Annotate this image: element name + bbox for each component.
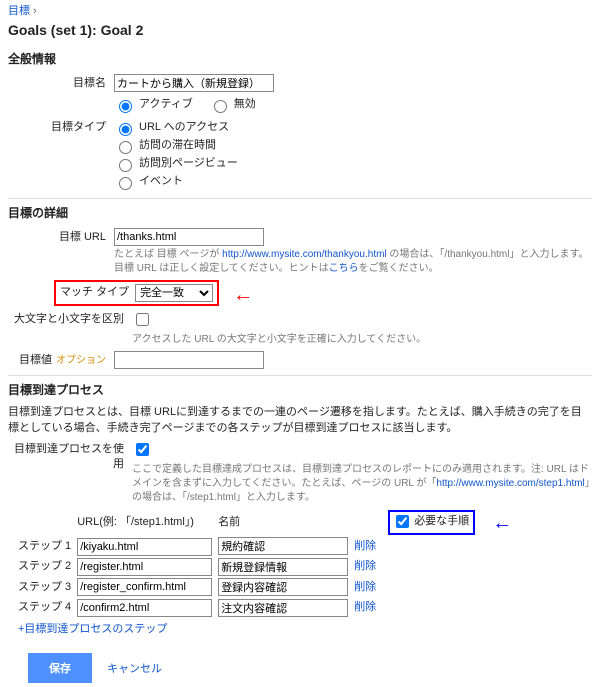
required-checkbox[interactable] — [396, 515, 409, 528]
radio-pv-label: 訪問別ページビュー — [139, 156, 238, 171]
kochira-link[interactable]: こちら — [329, 263, 359, 274]
label-required: 必要な手順 — [412, 514, 469, 529]
radio-url-label: URL へのアクセス — [139, 120, 229, 135]
radio-event-label: イベント — [139, 174, 183, 189]
arrow-blue-icon: ← — [492, 512, 512, 534]
delete-link[interactable]: 削除 — [354, 601, 376, 613]
divider — [8, 198, 592, 199]
goal-url-input[interactable] — [114, 228, 264, 246]
radio-event[interactable] — [119, 177, 132, 190]
page-title: Goals (set 1): Goal 2 — [8, 21, 592, 41]
divider — [8, 375, 592, 376]
use-funnel-checkbox[interactable] — [136, 443, 149, 456]
radio-inactive-label: 無効 — [234, 97, 256, 112]
radio-inactive[interactable] — [214, 100, 227, 113]
step-url-input[interactable] — [77, 578, 212, 596]
step-label: ステップ 1 — [18, 536, 77, 556]
radio-active-label: アクティブ — [139, 97, 193, 112]
hint-use-funnel: ここで定義した目標達成プロセスは、目標到達プロセスのレポートにのみ適用されます。… — [132, 463, 592, 505]
label-use-funnel: 目標到達プロセスを使用 — [8, 440, 132, 473]
step-name-input[interactable] — [218, 558, 348, 576]
table-row: ステップ 1 削除 — [18, 536, 518, 556]
label-goal-name: 目標名 — [8, 74, 114, 91]
table-row: ステップ 3 削除 — [18, 577, 518, 597]
save-button[interactable]: 保存 — [28, 653, 92, 683]
required-highlight: 必要な手順 — [388, 510, 475, 535]
step-url-input[interactable] — [77, 558, 212, 576]
label-goal-value: 目標値オプション — [8, 351, 114, 368]
cancel-button[interactable]: キャンセル — [107, 663, 162, 675]
delete-link[interactable]: 削除 — [354, 560, 376, 572]
label-goal-url: 目標 URL — [8, 228, 114, 245]
radio-url[interactable] — [119, 123, 132, 136]
radio-time-label: 訪問の滞在時間 — [139, 138, 216, 153]
case-checkbox[interactable] — [136, 313, 149, 326]
delete-link[interactable]: 削除 — [354, 540, 376, 552]
step-url-input[interactable] — [77, 538, 212, 556]
label-active — [8, 95, 114, 97]
goal-name-input[interactable] — [114, 74, 274, 92]
step-name-input[interactable] — [218, 537, 348, 555]
label-match-type: マッチ タイプ — [60, 285, 135, 300]
section-detail: 目標の詳細 — [8, 205, 592, 222]
hint-goal-url: たとえば 目標 ページが http://www.mysite.com/thank… — [114, 248, 592, 276]
step-label: ステップ 2 — [18, 557, 77, 577]
label-case: 大文字と小文字を区別 — [8, 310, 132, 327]
label-goal-type: 目標タイプ — [8, 118, 114, 135]
hint-case: アクセスした URL の大文字と小文字を正確に入力してください。 — [132, 333, 592, 347]
arrow-red-icon: ← — [233, 285, 253, 305]
match-type-highlight: マッチ タイプ 完全一致 — [54, 280, 219, 306]
col-name: 名前 — [218, 509, 354, 536]
section-general: 全般情報 — [8, 51, 592, 68]
step-name-input[interactable] — [218, 578, 348, 596]
funnel-desc: 目標到達プロセスとは、目標 URLに到達するまでの一連のページ遷移を指します。た… — [8, 405, 592, 436]
radio-pv[interactable] — [119, 159, 132, 172]
col-url: URL(例: 「/step1.html」) — [77, 509, 218, 536]
section-funnel: 目標到達プロセス — [8, 382, 592, 399]
caret-icon: › — [30, 5, 37, 17]
delete-link[interactable]: 削除 — [354, 581, 376, 593]
steps-table: URL(例: 「/step1.html」) 名前 必要な手順 ← ステップ 1 … — [18, 509, 518, 618]
breadcrumb[interactable]: 目標 — [8, 5, 30, 17]
funnel-sample-link[interactable]: http://www.mysite.com/step1.html — [436, 478, 584, 489]
radio-time[interactable] — [119, 141, 132, 154]
sample-url-link[interactable]: http://www.mysite.com/thankyou.html — [222, 249, 387, 260]
goal-value-input[interactable] — [114, 351, 264, 369]
radio-active[interactable] — [119, 100, 132, 113]
match-type-select[interactable]: 完全一致 — [135, 284, 213, 302]
table-row: ステップ 2 削除 — [18, 557, 518, 577]
add-step-link[interactable]: +目標到達プロセスのステップ — [18, 623, 167, 635]
step-label: ステップ 3 — [18, 577, 77, 597]
